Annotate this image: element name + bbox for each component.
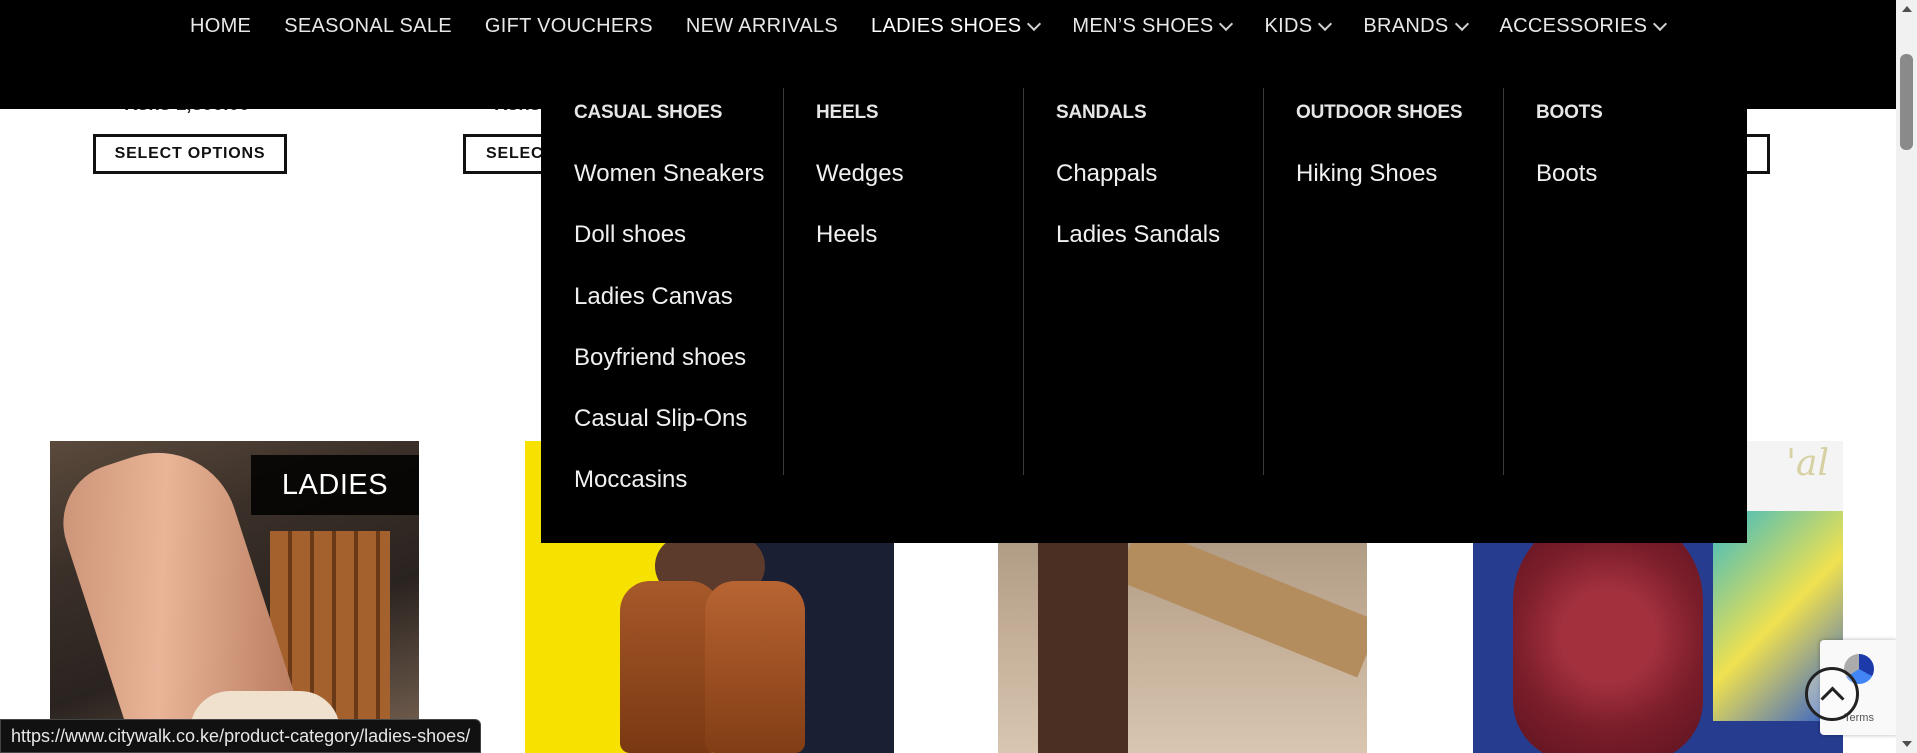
menu-link[interactable]: Boots [1536, 160, 1597, 188]
chevron-down-icon [1454, 16, 1469, 31]
nav-label: LADIES SHOES [871, 14, 1022, 37]
scrollbar-thumb[interactable] [1900, 54, 1913, 150]
menu-link[interactable]: Ladies Canvas [574, 283, 733, 311]
scroll-up-arrow-icon[interactable] [1902, 6, 1912, 12]
menu-heading[interactable]: CASUAL SHOES [574, 102, 722, 124]
main-nav: HOME SEASONAL SALE GIFT VOUCHERS NEW ARR… [190, 14, 1668, 38]
nav-label: KIDS [1264, 14, 1313, 37]
ladies-shoes-mega-menu: CASUAL SHOES Women Sneakers Doll shoes L… [541, 55, 1747, 543]
nav-home[interactable]: HOME [190, 15, 251, 38]
menu-link[interactable]: Moccasins [574, 466, 687, 494]
menu-column-casual-shoes: CASUAL SHOES Women Sneakers Doll shoes L… [541, 88, 784, 493]
menu-link[interactable]: Heels [816, 221, 877, 249]
chevron-down-icon [1027, 16, 1042, 31]
chevron-down-icon [1318, 16, 1333, 31]
chevron-down-icon [1219, 16, 1234, 31]
menu-column-outdoor-shoes: OUTDOOR SHOES Hiking Shoes [1263, 88, 1504, 475]
chevron-down-icon [1653, 16, 1668, 31]
nav-label: GIFT VOUCHERS [484, 14, 653, 37]
menu-link[interactable]: Chappals [1056, 160, 1157, 188]
nav-kids[interactable]: KIDS [1264, 14, 1333, 38]
chevron-up-icon [1819, 685, 1845, 711]
nav-brands[interactable]: BRANDS [1363, 14, 1469, 38]
menu-column-sandals: SANDALS Chappals Ladies Sandals [1023, 88, 1264, 475]
scroll-down-arrow-icon[interactable] [1902, 741, 1912, 747]
nav-ladies-shoes[interactable]: LADIES SHOES [871, 14, 1042, 38]
menu-column-boots: BOOTS Boots [1503, 88, 1743, 475]
nav-label: HOME [190, 14, 252, 37]
shoe-image [705, 581, 805, 753]
logo-watermark: 'al [1786, 443, 1829, 484]
curb-image [1116, 524, 1367, 678]
menu-heading[interactable]: OUTDOOR SHOES [1296, 102, 1463, 124]
menu-heading[interactable]: SANDALS [1056, 102, 1147, 124]
menu-link[interactable]: Casual Slip-Ons [574, 405, 747, 433]
menu-heading[interactable]: BOOTS [1536, 102, 1603, 124]
nav-label: MEN’S SHOES [1072, 14, 1214, 37]
nav-label: BRANDS [1363, 14, 1449, 37]
nav-new-arrivals[interactable]: NEW ARRIVALS [686, 15, 838, 38]
menu-link[interactable]: Hiking Shoes [1296, 160, 1437, 188]
category-tile-ladies[interactable]: LADIES [50, 441, 419, 753]
menu-link[interactable]: Women Sneakers [574, 160, 764, 188]
vertical-scrollbar[interactable] [1896, 0, 1917, 753]
menu-link[interactable]: Boyfriend shoes [574, 344, 746, 372]
menu-column-heels: HEELS Wedges Heels [783, 88, 1024, 475]
menu-link[interactable]: Wedges [816, 160, 904, 188]
nav-label: ACCESSORIES [1499, 14, 1648, 37]
boot-sole-image [1513, 511, 1703, 753]
tile-label-ladies: LADIES [251, 455, 419, 515]
nav-gift-vouchers[interactable]: GIFT VOUCHERS [485, 15, 653, 38]
nav-mens-shoes[interactable]: MEN’S SHOES [1072, 14, 1234, 38]
link-status-bar: https://www.citywalk.co.ke/product-categ… [0, 719, 482, 753]
nav-label: NEW ARRIVALS [685, 14, 839, 37]
scroll-to-top-button[interactable] [1805, 667, 1859, 721]
select-options-button[interactable]: SELECT OPTIONS [93, 134, 287, 174]
nav-label: SEASONAL SALE [284, 14, 452, 37]
nav-seasonal-sale[interactable]: SEASONAL SALE [284, 15, 452, 38]
menu-link[interactable]: Doll shoes [574, 221, 686, 249]
nav-accessories[interactable]: ACCESSORIES [1499, 14, 1668, 38]
menu-link[interactable]: Ladies Sandals [1056, 221, 1220, 249]
menu-heading[interactable]: HEELS [816, 102, 879, 124]
